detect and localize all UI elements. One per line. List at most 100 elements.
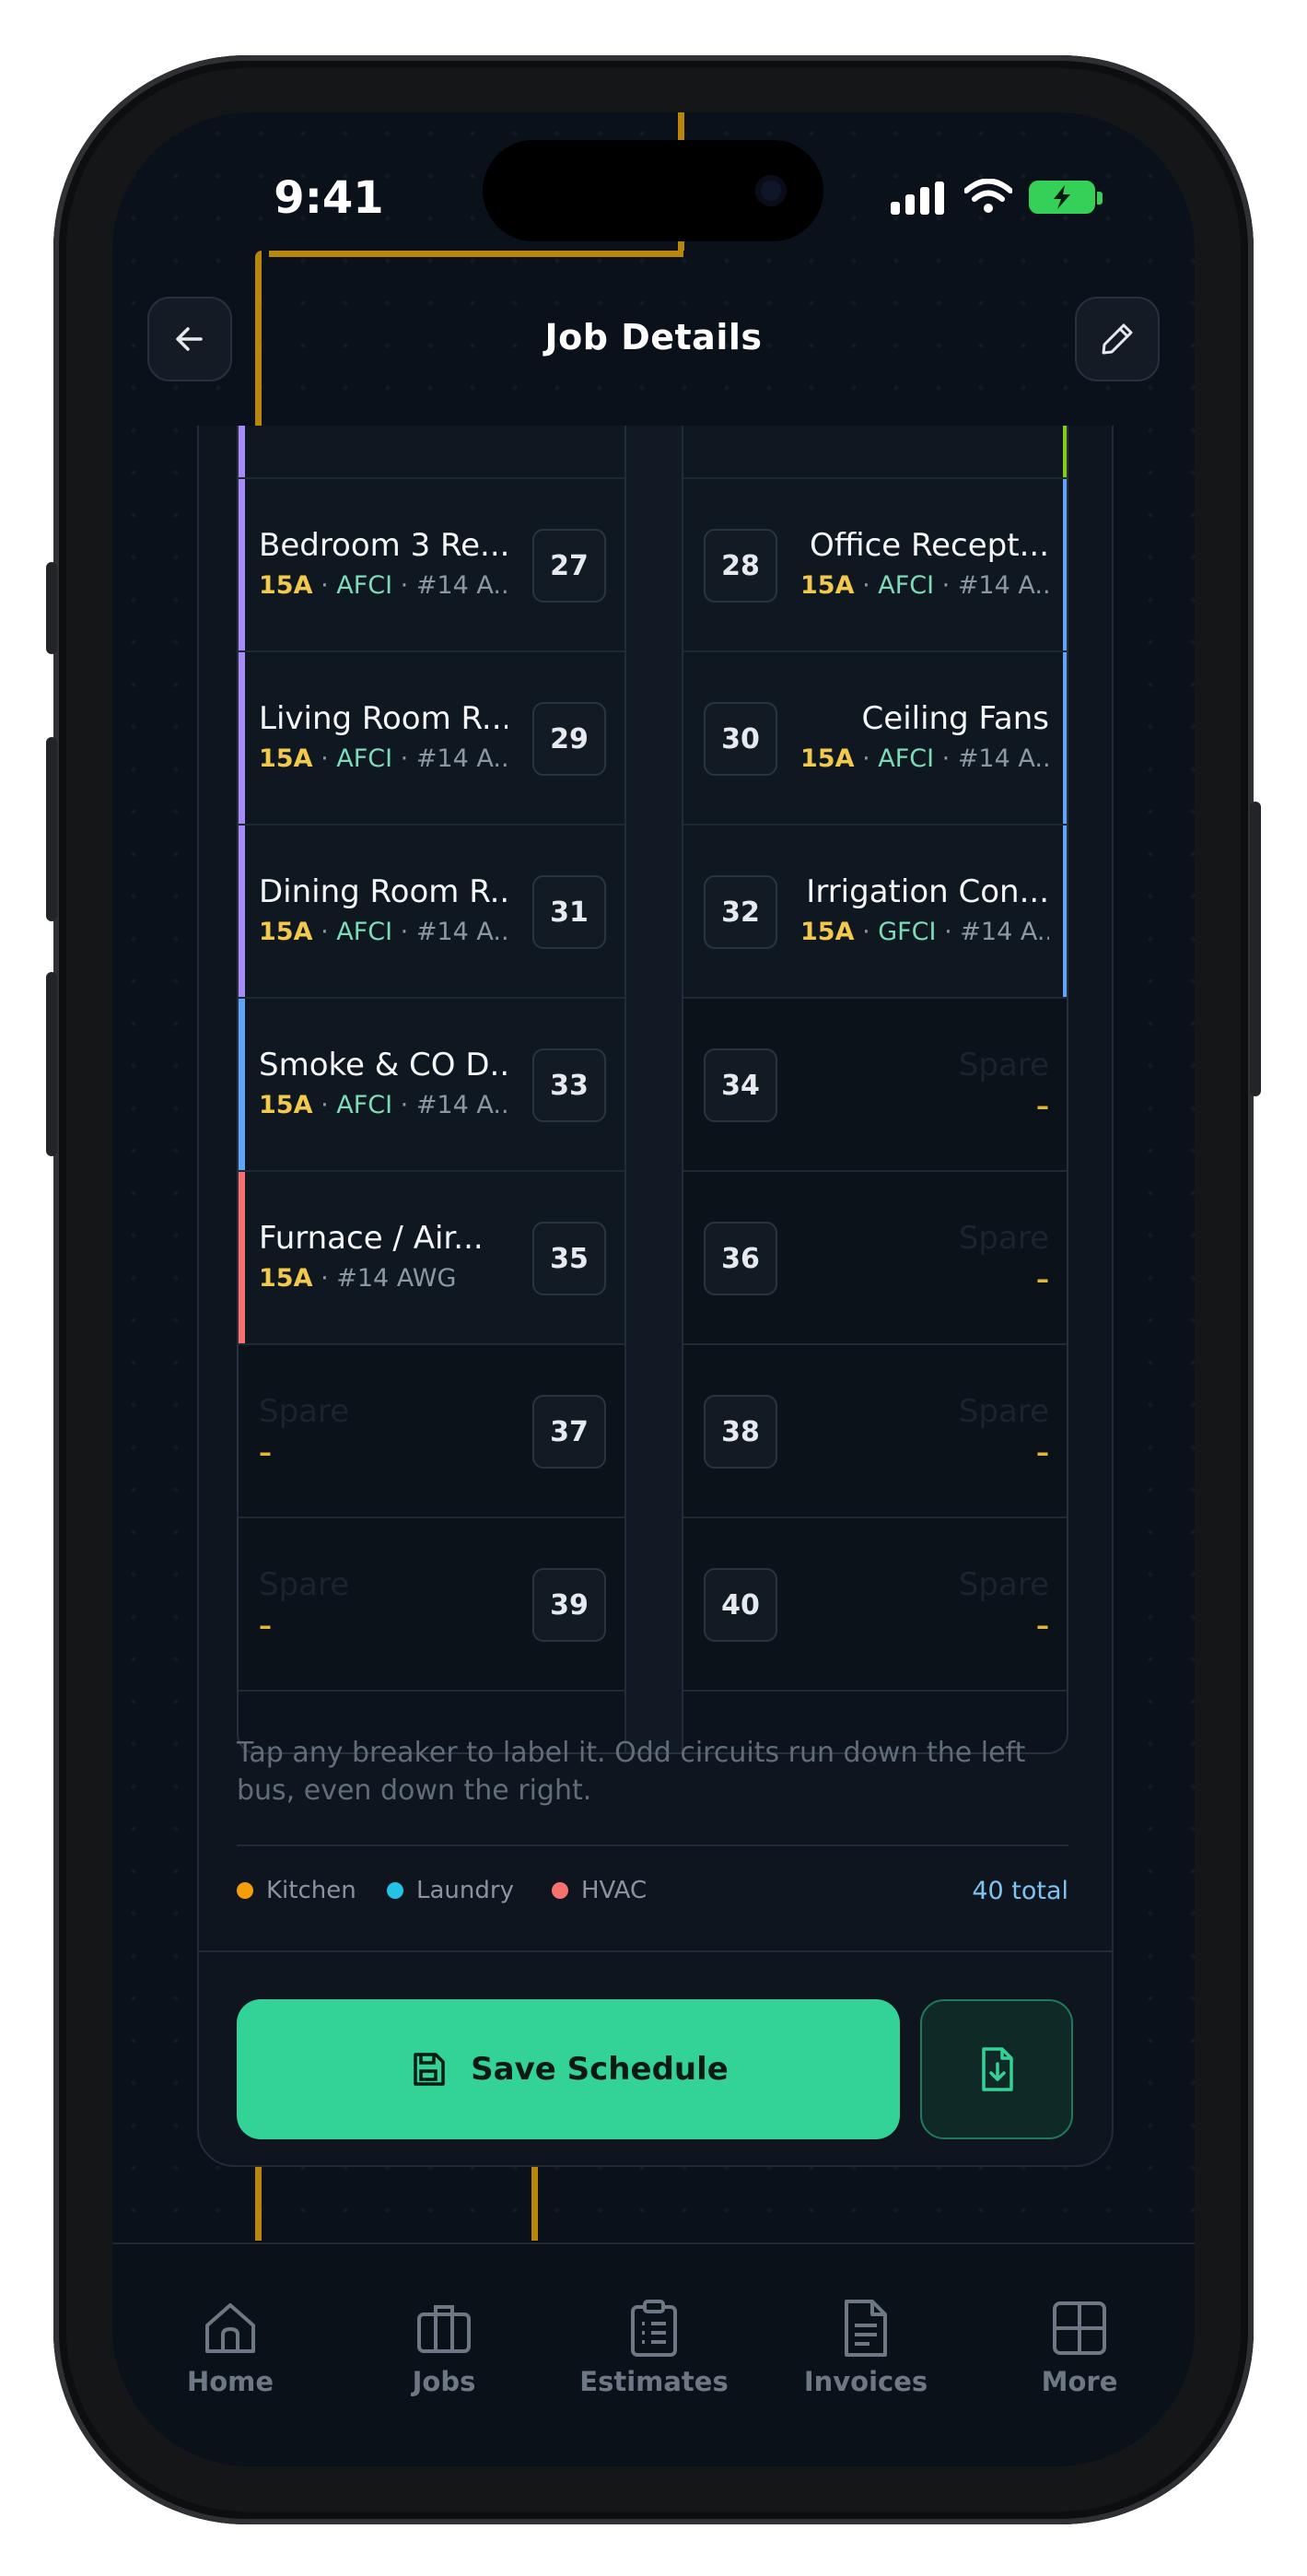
breaker-number: 35 xyxy=(532,1222,606,1295)
tab-jobs[interactable]: Jobs xyxy=(352,2298,536,2397)
center-bus xyxy=(624,426,683,1752)
wire-gauge: #14 A... xyxy=(415,571,508,600)
circuit-name: Smoke & CO D... xyxy=(259,1047,508,1083)
save-schedule-label: Save Schedule xyxy=(471,2051,729,2088)
circuit-name: Living Room R... xyxy=(259,700,508,737)
breaker-number: 33 xyxy=(532,1048,606,1122)
breaker-slot-27[interactable]: 27 Bedroom 3 Re... 15A · AFCI · #14 A... xyxy=(239,479,624,652)
breaker-slot-30[interactable]: 30 Ceiling Fans 15A · AFCI · #14 A... xyxy=(683,652,1067,825)
breaker-number: 29 xyxy=(532,702,606,776)
breaker-slot-28[interactable]: 28 Office Recept... 15A · AFCI · #14 A... xyxy=(683,479,1067,652)
protection-type: AFCI xyxy=(336,918,393,946)
breaker-slot-29[interactable]: 29 Living Room R... 15A · AFCI · #14 A... xyxy=(239,652,624,825)
breaker-number: 36 xyxy=(704,1222,777,1295)
protection-type: GFCI xyxy=(878,918,937,946)
pencil-icon xyxy=(1102,323,1133,355)
power-button xyxy=(1250,802,1261,1096)
breaker-slot-26[interactable]: 2615A · #14 AWG xyxy=(683,426,1067,479)
breaker-slot-25[interactable]: 2515A · AFCI · #14 A... xyxy=(239,426,624,479)
file-download-icon xyxy=(982,2047,1013,2091)
header-bar: Job Details xyxy=(112,297,1195,426)
protection-type: AFCI xyxy=(336,744,393,773)
circuit-color-stripe xyxy=(239,1172,245,1343)
wire-gauge: #14 A... xyxy=(957,744,1049,773)
legend-item-laundry: Laundry xyxy=(387,1877,514,1904)
dynamic-island xyxy=(483,140,823,241)
save-icon xyxy=(414,2053,445,2086)
tab-label: More xyxy=(1041,2366,1118,2397)
clipboard-icon xyxy=(631,2300,677,2357)
breaker-slot-35[interactable]: 35 Furnace / Air... 15A · #14 AWG xyxy=(239,1172,624,1345)
breaker-slot-32[interactable]: 32 Irrigation Con... 15A · GFCI · #14 A... xyxy=(683,825,1067,999)
briefcase-icon xyxy=(417,2305,471,2353)
legend-dot xyxy=(237,1882,253,1899)
circuit-name: Irrigation Con... xyxy=(806,873,1049,910)
circuit-name: Spare xyxy=(259,1393,350,1430)
circuit-name: Bedroom 3 Re... xyxy=(259,527,508,564)
status-time: 9:41 xyxy=(274,172,384,224)
action-button xyxy=(46,562,57,654)
separator: · xyxy=(312,918,337,946)
breaker-number: 39 xyxy=(532,1568,606,1642)
wifi-icon xyxy=(964,179,1012,213)
breaker-slot-39[interactable]: 39 Spare – xyxy=(239,1518,624,1692)
breaker-slot-36[interactable]: 36 Spare – xyxy=(683,1172,1067,1345)
breaker-slot-33[interactable]: 33 Smoke & CO D... 15A · AFCI · #14 A... xyxy=(239,999,624,1172)
separator: · xyxy=(854,571,879,600)
save-schedule-button[interactable]: Save Schedule xyxy=(237,1999,900,2139)
wire-gauge: #14 A... xyxy=(415,1091,508,1119)
protection-type: AFCI xyxy=(336,1091,393,1119)
legend: Kitchen Laundry HVAC 40 total xyxy=(237,1877,1068,1914)
breaker-slot-31[interactable]: 31 Dining Room R... 15A · AFCI · #14 A... xyxy=(239,825,624,999)
edit-button[interactable] xyxy=(1075,297,1160,381)
breaker-slot-38[interactable]: 38 Spare – xyxy=(683,1345,1067,1518)
circuit-meta: 15A · AFCI · #14 A... xyxy=(259,1091,508,1119)
separator: · xyxy=(392,571,416,600)
wire-gauge: #14 A... xyxy=(960,918,1049,946)
breaker-slot-40[interactable]: 40 Spare – xyxy=(683,1518,1067,1692)
divider xyxy=(197,1950,1112,1952)
circuit-meta: 15A · #14 AWG xyxy=(259,1264,508,1293)
tab-estimates[interactable]: Estimates xyxy=(562,2298,746,2397)
tab-invoices[interactable]: Invoices xyxy=(774,2298,958,2397)
circuit-trace xyxy=(269,251,683,257)
circuit-meta: 15A · AFCI · #14 A... xyxy=(800,744,1049,773)
circuit-meta: – xyxy=(800,1264,1049,1294)
circuit-color-stripe xyxy=(1063,479,1067,650)
tab-label: Invoices xyxy=(803,2366,928,2397)
tab-bar: Home Jobs Estimates Invoices More xyxy=(112,2242,1195,2466)
breaker-number: 32 xyxy=(704,875,777,949)
legend-dot xyxy=(552,1882,568,1899)
circuit-color-stripe xyxy=(1063,652,1067,824)
document-icon xyxy=(845,2300,887,2357)
amperage: 15A xyxy=(259,918,313,946)
circuit-color-stripe xyxy=(1063,825,1067,997)
amperage: 15A xyxy=(800,918,855,946)
amperage: 15A xyxy=(800,571,855,600)
spare-dash: – xyxy=(259,1437,272,1468)
circuit-meta: 15A · AFCI · #14 A... xyxy=(800,571,1049,600)
legend-label: Kitchen xyxy=(266,1877,356,1904)
breaker-slot-37[interactable]: 37 Spare – xyxy=(239,1345,624,1518)
breaker-number: 30 xyxy=(704,702,777,776)
circuit-color-stripe xyxy=(239,999,245,1170)
spare-dash: – xyxy=(1036,1091,1049,1121)
tab-home[interactable]: Home xyxy=(138,2298,322,2397)
circuit-meta: 15A · AFCI · #14 A... xyxy=(259,918,508,946)
tab-more[interactable]: More xyxy=(987,2298,1172,2397)
home-icon xyxy=(205,2303,255,2353)
circuit-name: Ceiling Fans xyxy=(861,700,1049,737)
grid-icon xyxy=(1053,2301,1106,2355)
battery-icon xyxy=(1029,181,1095,214)
breaker-panel: 2515A · AFCI · #14 A... 27 Bedroom 3 Re...… xyxy=(237,426,1068,1754)
breaker-slot-34[interactable]: 34 Spare – xyxy=(683,999,1067,1172)
circuit-meta: – xyxy=(800,1091,1049,1121)
circuit-name: Furnace / Air... xyxy=(259,1220,484,1257)
protection-type: AFCI xyxy=(336,571,393,600)
app-screen: 9:41 Job Details 2515A · AFCI xyxy=(112,112,1195,2466)
circuit-color-stripe xyxy=(239,479,245,650)
circuit-name: Spare xyxy=(958,1047,1049,1083)
spare-dash: – xyxy=(1036,1437,1049,1468)
export-button[interactable] xyxy=(920,1999,1073,2139)
protection-type: AFCI xyxy=(878,571,935,600)
